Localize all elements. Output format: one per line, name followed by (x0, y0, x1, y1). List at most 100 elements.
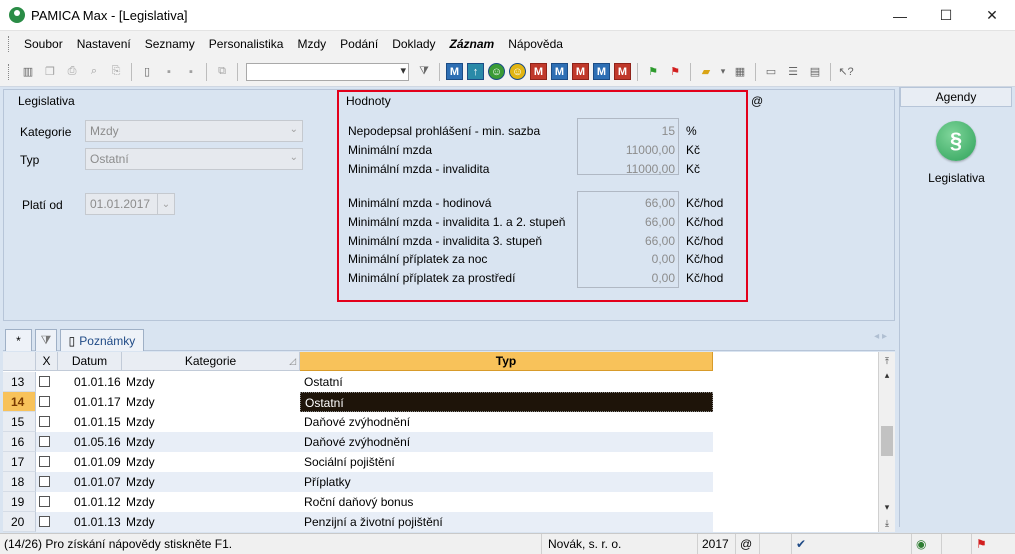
calculator-icon[interactable]: ▦ (731, 63, 749, 81)
help-pointer-icon[interactable]: ↖? (837, 63, 855, 81)
menu-personalistika[interactable]: Personalistika (202, 37, 291, 51)
folder-dropdown-icon[interactable]: ▾ (719, 63, 727, 81)
checkmark-icon[interactable]: ✔ (792, 534, 912, 554)
scroll-thumb[interactable] (881, 426, 893, 456)
print-setup-icon[interactable]: ⎘ (107, 63, 125, 81)
menu-doklady[interactable]: Doklady (385, 37, 442, 51)
hodnota-value[interactable]: 66,00 (577, 234, 675, 248)
tab-poznamky[interactable]: ▯ Poznámky (60, 329, 144, 351)
row-checkbox[interactable] (39, 476, 50, 487)
m-blue-icon[interactable]: M (446, 63, 463, 80)
m-blue-2-icon[interactable]: M (551, 63, 568, 80)
open-record-icon[interactable]: ▥ (19, 63, 37, 81)
kategorie-select[interactable]: Mzdy ⌄ (85, 120, 303, 142)
red-flag-icon[interactable]: ⚑ (666, 63, 684, 81)
agendy-item-legislativa[interactable]: Legislativa (900, 171, 1013, 185)
m-red-2-icon[interactable]: M (572, 63, 589, 80)
ok-circle-icon[interactable]: ◉ (912, 534, 942, 554)
person-up-icon[interactable]: ↑ (467, 63, 484, 80)
report-icon[interactable]: ▤ (806, 63, 824, 81)
close-button[interactable]: ✕ (969, 0, 1015, 31)
hodnota-value[interactable]: 0,00 (577, 252, 675, 266)
hodnota-unit: Kč/hod (686, 271, 724, 285)
scroll-down-icon[interactable]: ▾ (879, 500, 895, 514)
print-icon[interactable]: ⎙ (63, 63, 81, 81)
tab-star[interactable]: * (5, 329, 32, 351)
hodnota-value[interactable]: 15 (577, 124, 675, 138)
filter-icon[interactable]: ⧩ (415, 63, 433, 81)
save-icon[interactable]: ▪ (160, 63, 178, 81)
new-document-icon[interactable]: ▯ (138, 63, 156, 81)
m-blue-3-icon[interactable]: M (593, 63, 610, 80)
table-row[interactable]: 15 01.01.15 Mzdy Daňové zvýhodnění (3, 412, 713, 432)
quick-filter-combo[interactable] (246, 62, 409, 81)
row-checkbox[interactable] (39, 456, 50, 467)
cell-typ[interactable]: Ostatní (300, 392, 713, 412)
row-checkbox[interactable] (39, 496, 50, 507)
minimize-button[interactable]: — (877, 0, 923, 31)
menu-seznamy[interactable]: Seznamy (138, 37, 202, 51)
row-checkbox[interactable] (39, 376, 50, 387)
row-number: 19 (3, 492, 36, 512)
toolbar-separator (131, 62, 132, 81)
hodnota-value[interactable]: 0,00 (577, 271, 675, 285)
hodnota-value[interactable]: 11000,00 (577, 162, 675, 176)
typ-label: Typ (20, 153, 40, 167)
title-bar: PAMICA Max - [Legislativa] — ☐ ✕ (0, 0, 1015, 31)
save-all-icon[interactable]: ▪ (182, 63, 200, 81)
table-row[interactable]: 19 01.01.12 Mzdy Roční daňový bonus (3, 492, 713, 512)
row-checkbox[interactable] (39, 436, 50, 447)
column-header-datum[interactable]: Datum (58, 352, 122, 371)
green-flag-icon[interactable]: ⚑ (644, 63, 662, 81)
row-checkbox[interactable] (39, 516, 50, 527)
row-checkbox[interactable] (39, 416, 50, 427)
column-header-x[interactable]: X (36, 352, 58, 371)
scroll-top-icon[interactable]: ⤒ (879, 354, 895, 368)
menu-soubor[interactable]: Soubor (17, 37, 70, 51)
column-header-kategorie[interactable]: Kategorie ◿ (122, 352, 300, 371)
row-number: 14 (3, 392, 36, 412)
grid-scrollbar[interactable]: ⤒ ▴ ▾ ⤓ (878, 352, 895, 532)
hodnota-value[interactable]: 66,00 (577, 196, 675, 210)
table-row[interactable]: 18 01.01.07 Mzdy Příplatky (3, 472, 713, 492)
table-row[interactable]: 16 01.05.16 Mzdy Daňové zvýhodnění (3, 432, 713, 452)
column-header-typ[interactable]: Typ (300, 352, 713, 371)
row-checkbox[interactable] (39, 396, 50, 407)
hodnota-unit: Kč/hod (686, 252, 724, 266)
table-row-selected[interactable]: 14 01.01.17 Mzdy Ostatní (3, 392, 713, 412)
date-dropdown-icon[interactable]: ⌄ (157, 194, 174, 214)
maximize-button[interactable]: ☐ (923, 0, 969, 31)
scroll-up-icon[interactable]: ▴ (879, 368, 895, 382)
red-flag-status-icon[interactable]: ⚑ (972, 534, 1015, 554)
status-year: 2017 (698, 534, 736, 554)
plati-od-date[interactable]: 01.01.2017 ⌄ (85, 193, 175, 215)
person-green-icon[interactable]: ☺ (488, 63, 505, 80)
hodnota-label: Minimální příplatek za noc (348, 252, 488, 266)
menu-mzdy[interactable]: Mzdy (290, 37, 333, 51)
person-yellow-icon[interactable]: ☺ (509, 63, 526, 80)
tab-filter[interactable]: ⧩ (35, 329, 57, 351)
menu-zaznam[interactable]: Záznam (443, 37, 502, 51)
table-row[interactable]: 17 01.01.09 Mzdy Sociální pojištění (3, 452, 713, 472)
chevron-down-icon: ⌄ (289, 152, 298, 163)
menu-napoveda[interactable]: Nápověda (501, 37, 570, 51)
hodnota-value[interactable]: 66,00 (577, 215, 675, 229)
m-red-icon[interactable]: M (530, 63, 547, 80)
typ-select[interactable]: Ostatní ⌄ (85, 148, 303, 170)
message-icon[interactable]: ▭ (762, 63, 780, 81)
m-red-3-icon[interactable]: M (614, 63, 631, 80)
menu-podani[interactable]: Podání (333, 37, 385, 51)
list-icon[interactable]: ☰ (784, 63, 802, 81)
table-row[interactable]: 20 01.01.13 Mzdy Penzijní a životní poji… (3, 512, 713, 532)
menu-nastaveni[interactable]: Nastavení (70, 37, 138, 51)
table-row[interactable]: 13 01.01.16 Mzdy Ostatní (3, 372, 713, 392)
hodnota-value[interactable]: 11000,00 (577, 143, 675, 157)
tab-scroll-arrows-icon[interactable]: ◂ ▸ (874, 331, 887, 342)
legislativa-icon[interactable]: § (936, 121, 976, 161)
copy-icon[interactable]: ❐ (41, 63, 59, 81)
print-preview-icon[interactable]: ⌕ (85, 63, 103, 81)
scroll-bottom-icon[interactable]: ⤓ (879, 516, 895, 530)
folder-icon[interactable]: ▰ (697, 63, 715, 81)
row-number: 17 (3, 452, 36, 472)
duplicate-icon[interactable]: ⧉ (213, 63, 231, 81)
